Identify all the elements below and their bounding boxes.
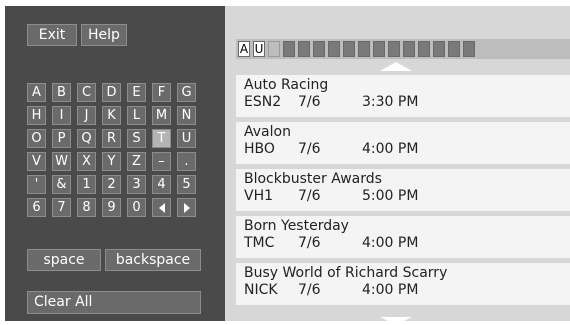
clear-all-button[interactable]: Clear All [27,291,201,314]
key-1[interactable]: B [52,83,71,102]
list-item[interactable]: Auto Racing ESN2 7/6 3:30 PM [236,75,570,117]
search-char-cell [268,41,280,57]
search-char-cell [403,41,415,57]
scroll-up-arrow-icon[interactable] [380,62,412,71]
search-char-cell [328,41,340,57]
key-22[interactable]: W [52,152,71,171]
search-char-cell [433,41,445,57]
search-char-cell [463,41,475,57]
key-38[interactable]: 9 [102,198,121,217]
program-schedule: NICK 7/6 4:00 PM [244,282,570,299]
search-char-cell [283,41,295,57]
key-23[interactable]: X [77,152,96,171]
search-char-cell [373,41,385,57]
key-34[interactable]: 5 [177,175,196,194]
list-item[interactable]: Born Yesterday TMC 7/6 4:00 PM [236,216,570,258]
arrow-right-icon [183,202,190,213]
search-char-cell [298,41,310,57]
key-37[interactable]: 8 [77,198,96,217]
key-7[interactable]: H [27,106,46,125]
arrow-left-icon [158,202,165,213]
date-label: 7/6 [298,282,321,298]
key-33[interactable]: 4 [152,175,171,194]
key-12[interactable]: M [152,106,171,125]
list-item[interactable]: Busy World of Richard Scarry NICK 7/6 4:00 … [236,263,570,305]
time-label: 5:00 PM [362,188,419,204]
key-8[interactable]: I [52,106,71,125]
key-11[interactable]: L [127,106,146,125]
date-label: 7/6 [298,94,321,110]
scroll-down-arrow-icon[interactable] [380,317,412,325]
key-6[interactable]: G [177,83,196,102]
key-24[interactable]: Y [102,152,121,171]
channel-label: ESN2 [244,94,282,110]
program-title: Born Yesterday [244,218,349,234]
key-40[interactable] [152,198,171,217]
date-label: 7/6 [298,141,321,157]
key-2[interactable]: C [77,83,96,102]
key-27[interactable]: . [177,152,196,171]
search-char-cell: U [253,41,265,57]
key-4[interactable]: E [127,83,146,102]
channel-label: VH1 [244,188,274,204]
channel-label: TMC [244,235,275,251]
key-21[interactable]: V [27,152,46,171]
key-32[interactable]: 3 [127,175,146,194]
key-41[interactable] [177,198,196,217]
list-item[interactable]: Blockbuster Awards VH1 7/6 5:00 PM [236,169,570,211]
search-char-cell [418,41,430,57]
program-schedule: ESN2 7/6 3:30 PM [244,94,570,111]
key-10[interactable]: K [102,106,121,125]
key-0[interactable]: A [27,83,46,102]
key-13[interactable]: N [177,106,196,125]
time-label: 3:30 PM [362,94,419,110]
search-char-cell [313,41,325,57]
key-14[interactable]: O [27,129,46,148]
channel-label: HBO [244,141,275,157]
key-5[interactable]: F [152,83,171,102]
key-3[interactable]: D [102,83,121,102]
program-schedule: VH1 7/6 5:00 PM [244,188,570,205]
key-35[interactable]: 6 [27,198,46,217]
search-char-cell: A [238,41,250,57]
search-char-cell [358,41,370,57]
key-26[interactable]: – [152,152,171,171]
key-28[interactable]: ' [27,175,46,194]
key-19[interactable]: T [152,129,171,148]
key-36[interactable]: 7 [52,198,71,217]
date-label: 7/6 [298,188,321,204]
key-18[interactable]: S [127,129,146,148]
date-label: 7/6 [298,235,321,251]
program-title: Avalon [244,124,291,140]
space-key[interactable]: space [27,249,101,271]
search-char-cell [448,41,460,57]
channel-label: NICK [244,282,278,298]
exit-button[interactable]: Exit [27,24,77,46]
key-29[interactable]: & [52,175,71,194]
program-title: Blockbuster Awards [244,171,382,187]
program-schedule: HBO 7/6 4:00 PM [244,141,570,158]
backspace-key[interactable]: backspace [105,249,201,271]
key-16[interactable]: Q [77,129,96,148]
key-30[interactable]: 1 [77,175,96,194]
key-17[interactable]: R [102,129,121,148]
search-char-cell [343,41,355,57]
time-label: 4:00 PM [362,282,419,298]
key-15[interactable]: P [52,129,71,148]
key-39[interactable]: 0 [127,198,146,217]
program-title: Busy World of Richard Scarry [244,265,448,281]
key-20[interactable]: U [177,129,196,148]
key-31[interactable]: 2 [102,175,121,194]
time-label: 4:00 PM [362,235,419,251]
search-char-cell [388,41,400,57]
list-item[interactable]: Avalon HBO 7/6 4:00 PM [236,122,570,164]
key-25[interactable]: Z [127,152,146,171]
help-button[interactable]: Help [81,24,127,46]
program-title: Auto Racing [244,77,329,93]
time-label: 4:00 PM [362,141,419,157]
key-9[interactable]: J [77,106,96,125]
program-schedule: TMC 7/6 4:00 PM [244,235,570,252]
